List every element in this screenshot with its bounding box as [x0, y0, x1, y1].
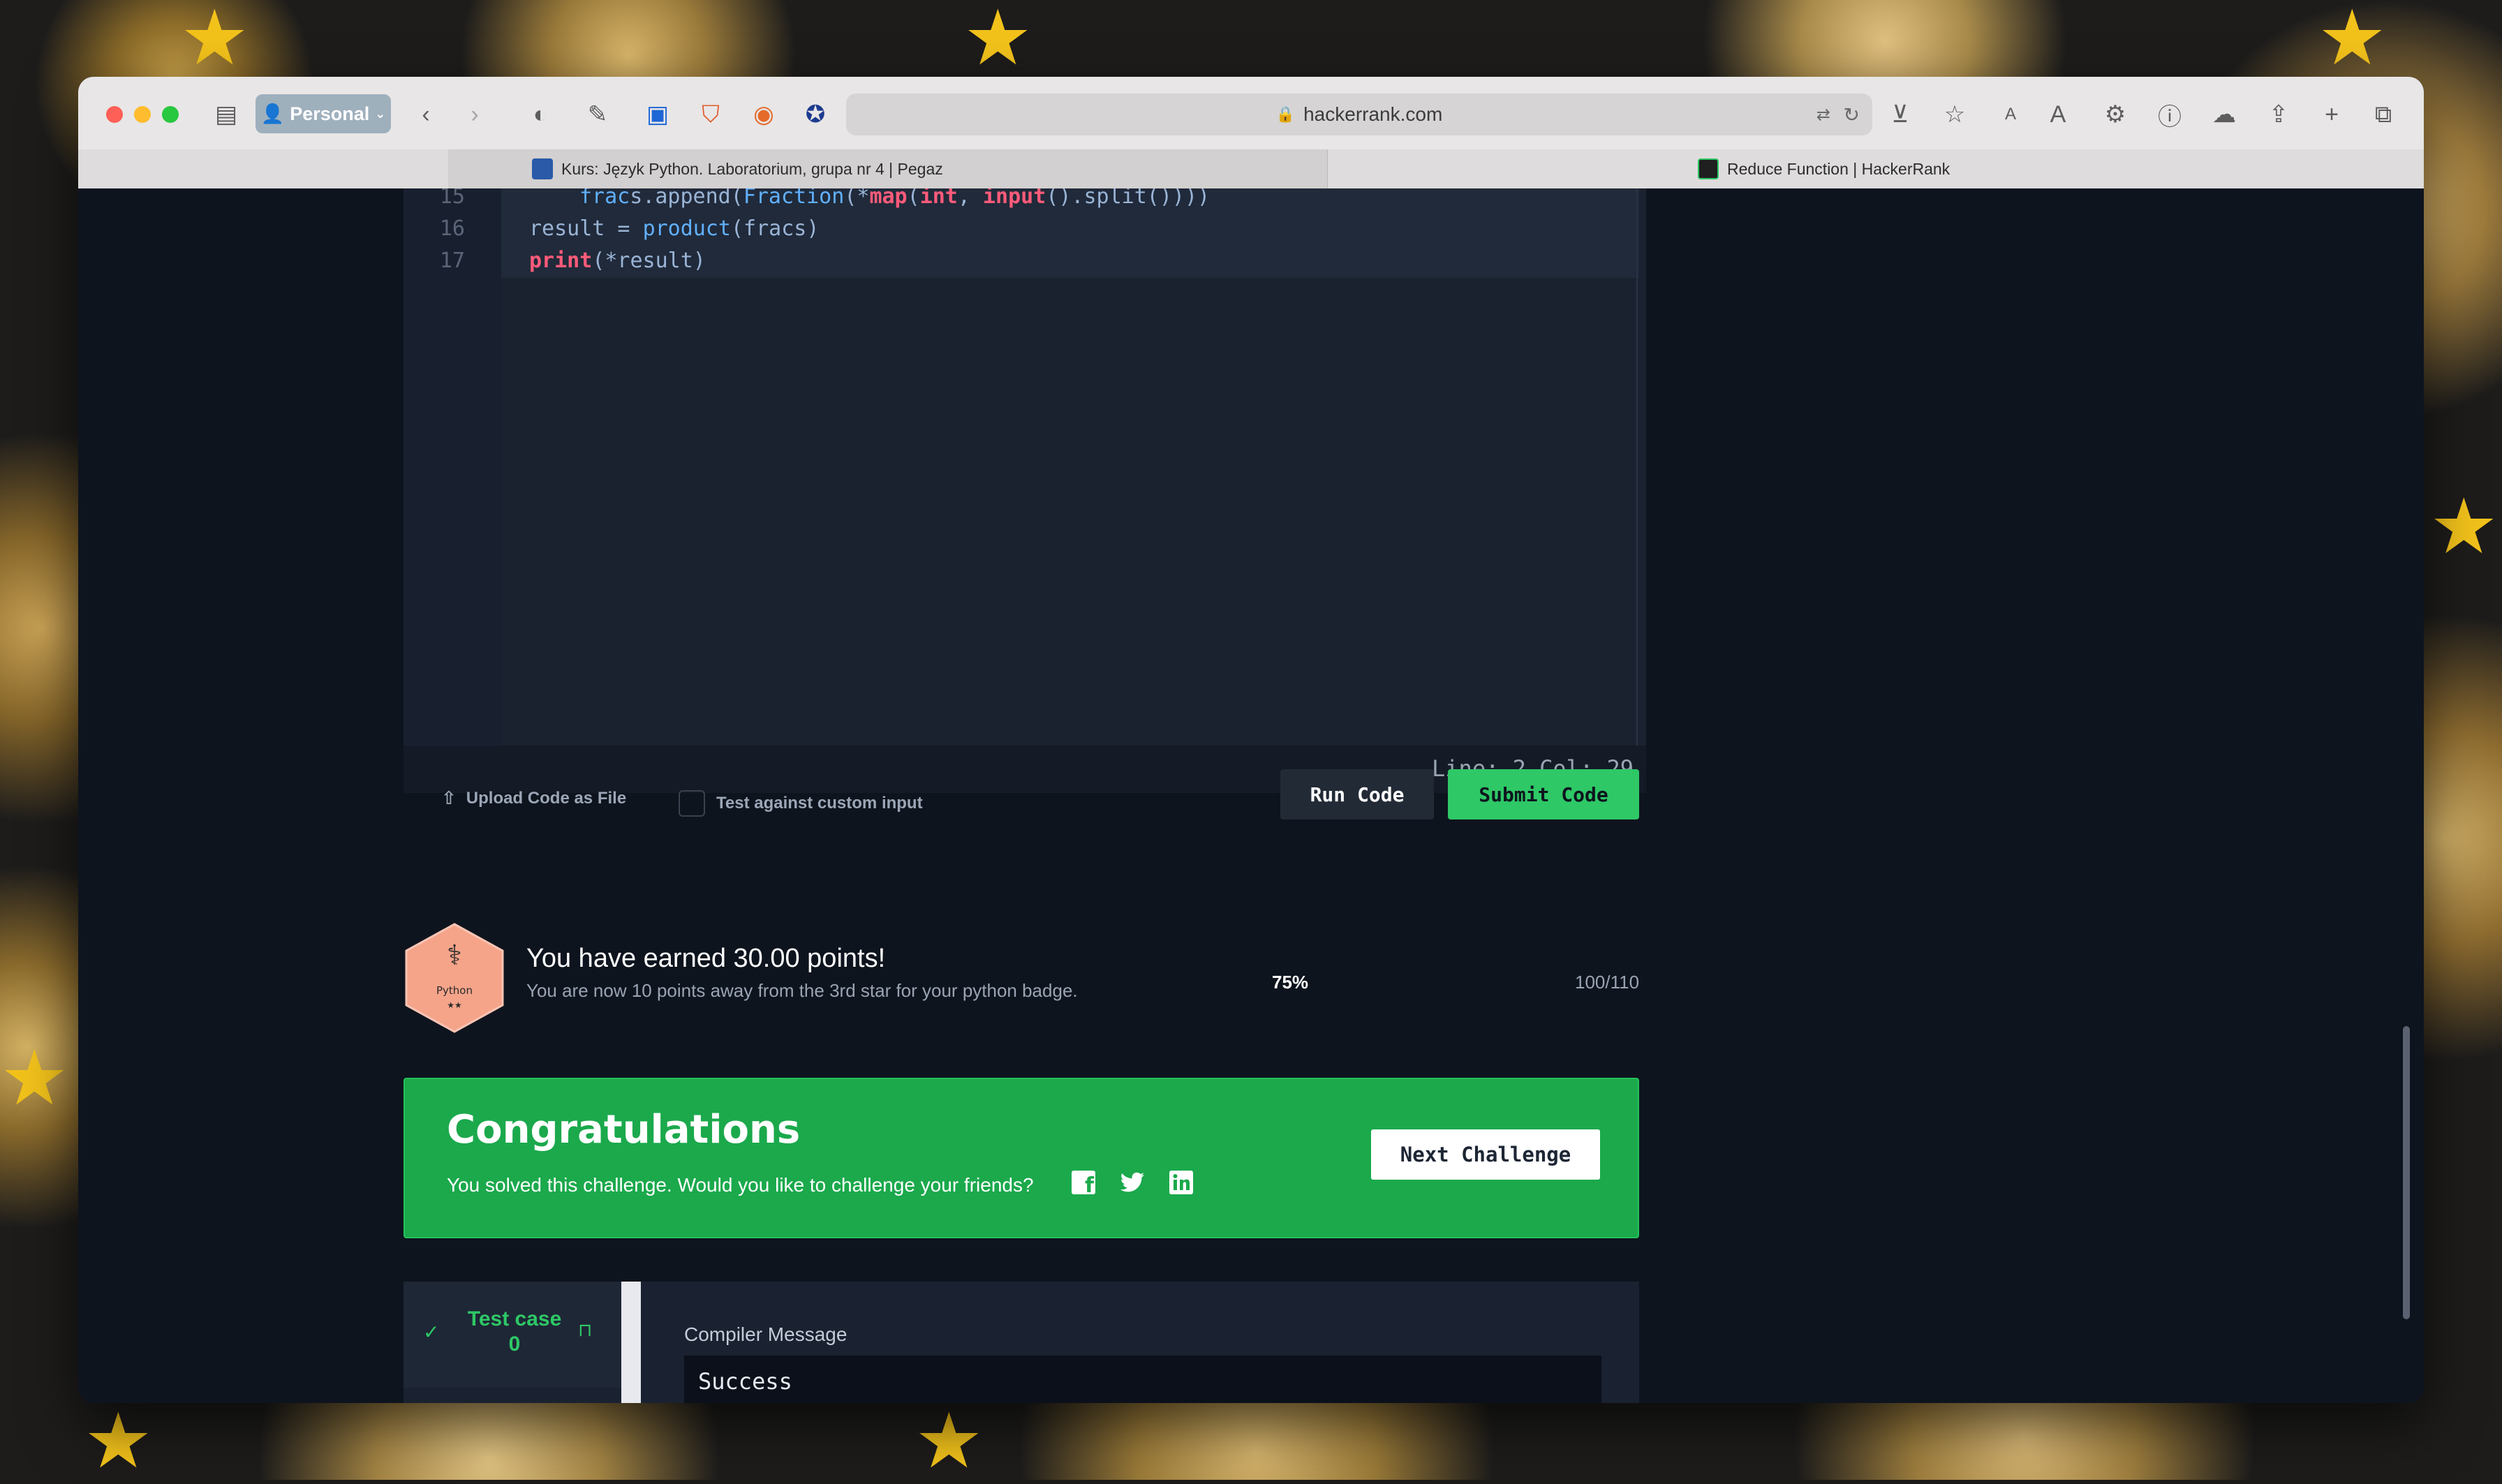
zoom-window-button[interactable]: [162, 106, 179, 123]
code-line: print(*result): [529, 248, 706, 273]
tab-title: Kurs: Język Python. Laboratorium, grupa …: [561, 159, 943, 178]
compiler-message-text: Success: [698, 1368, 792, 1395]
tab-pegaz[interactable]: Kurs: Język Python. Laboratorium, grupa …: [448, 149, 1328, 188]
submit-code-button[interactable]: Submit Code: [1448, 769, 1639, 819]
tab-overview-icon[interactable]: ⧉: [2368, 99, 2399, 130]
compiler-message-box: Success: [684, 1356, 1601, 1403]
badge-score: 100/110: [1575, 972, 1640, 993]
lock-icon: 🔒: [1275, 105, 1296, 123]
eu-extension-icon[interactable]: ✪: [800, 99, 831, 130]
next-challenge-button[interactable]: Next Challenge: [1371, 1129, 1600, 1180]
browser-toolbar: ▤ 👤 Personal ⌄ ‹ › ◐ ✎ ▣ ⛉ ◉ ✪ 🔒 hackerr…: [78, 77, 2424, 150]
back-icon[interactable]: ‹: [410, 99, 441, 130]
tab-hackerrank[interactable]: Reduce Function | HackerRank: [1698, 149, 1950, 188]
test-case-item[interactable]: ✓ Test case 0 ⊓: [404, 1282, 621, 1388]
star-decoration: ★: [2318, 0, 2387, 81]
translate-icon[interactable]: ⇄: [1816, 105, 1830, 125]
svg-text:f: f: [1085, 1173, 1095, 1194]
star-decoration: ★: [84, 1398, 153, 1484]
upload-label: Upload Code as File: [466, 788, 627, 808]
line-number: 15: [439, 188, 465, 209]
badge-label: Python: [436, 984, 473, 997]
download-icon[interactable]: ⊻: [1885, 99, 1916, 130]
badge-stars: ★★: [447, 1000, 462, 1010]
compiler-message-label: Compiler Message: [684, 1323, 847, 1345]
points-away-text: You are now 10 points away from the 3rd …: [526, 980, 1078, 1001]
test-case-list: ✓ Test case 0 ⊓: [404, 1282, 621, 1403]
bitwarden-extension-icon[interactable]: ▣: [642, 99, 673, 130]
star-decoration: ★: [963, 0, 1032, 81]
code-editor[interactable]: 15 16 17 fracs.append(Fraction(*map(int,…: [404, 188, 1646, 745]
pegaz-favicon-icon: [532, 158, 553, 179]
test-case-label: Test case 0: [462, 1307, 567, 1357]
browser-window: ▤ 👤 Personal ⌄ ‹ › ◐ ✎ ▣ ⛉ ◉ ✪ 🔒 hackerr…: [78, 77, 2424, 1403]
twitter-icon[interactable]: [1118, 1168, 1146, 1196]
new-tab-plus-icon[interactable]: +: [2316, 99, 2347, 130]
linkedin-icon[interactable]: [1167, 1168, 1195, 1196]
custom-input-label: Test against custom input: [716, 794, 923, 813]
timer-extension-icon[interactable]: ◉: [748, 99, 779, 130]
hackerrank-favicon-icon: [1698, 158, 1719, 179]
text-larger-icon[interactable]: A: [2043, 99, 2073, 130]
facebook-icon[interactable]: f: [1069, 1168, 1097, 1196]
run-code-button[interactable]: Run Code: [1280, 769, 1434, 819]
text-smaller-icon[interactable]: A: [1995, 99, 2026, 130]
ruler-extension-icon[interactable]: ✎: [582, 99, 613, 130]
code-line: result = product(fracs): [529, 216, 820, 241]
minimize-window-button[interactable]: [134, 106, 151, 123]
editor-print-margin: [1636, 188, 1638, 745]
share-icon[interactable]: ⇪: [2263, 99, 2294, 130]
shield-extension-icon[interactable]: ◐: [525, 99, 556, 130]
star-decoration: ★: [0, 1035, 69, 1121]
person-icon: 👤: [260, 103, 285, 124]
address-bar[interactable]: 🔒 hackerrank.com ⇄ ↻: [846, 94, 1872, 135]
progress-percent: 75%: [1272, 972, 1309, 993]
star-decoration: ★: [2429, 484, 2499, 570]
line-number: 16: [439, 216, 465, 241]
upload-code-button[interactable]: ⇧ Upload Code as File: [441, 787, 626, 809]
congratulations-subtitle: You solved this challenge. Would you lik…: [447, 1174, 1034, 1196]
settings-gear-icon[interactable]: ⚙: [2100, 99, 2131, 130]
congratulations-title: Congratulations: [447, 1107, 801, 1152]
forward-icon[interactable]: ›: [459, 99, 490, 130]
test-case-title: Test case: [467, 1307, 562, 1330]
custom-input-checkbox[interactable]: [679, 790, 705, 817]
custom-input-toggle[interactable]: Test against custom input: [679, 790, 923, 817]
reload-icon[interactable]: ↻: [1844, 103, 1860, 126]
bookmark-star-icon[interactable]: ☆: [1939, 99, 1970, 130]
close-window-button[interactable]: [106, 106, 123, 123]
panel-divider: [621, 1282, 641, 1403]
svg-text:⚕: ⚕: [447, 940, 462, 972]
upload-icon: ⇧: [441, 787, 457, 808]
ublock-extension-icon[interactable]: ⛉: [695, 99, 726, 130]
star-decoration: ★: [915, 1398, 984, 1484]
code-line: fracs.append(Fraction(*map(int, input().…: [579, 188, 1211, 209]
profile-label: Personal: [290, 103, 370, 124]
tab-bar: Kurs: Język Python. Laboratorium, grupa …: [78, 149, 2424, 189]
page-content: 15 16 17 fracs.append(Fraction(*map(int,…: [78, 188, 2424, 1403]
points-earned-text: You have earned 30.00 points!: [526, 944, 886, 973]
sidebar-icon[interactable]: ▤: [211, 99, 242, 130]
check-circle-icon: ✓: [423, 1321, 440, 1343]
profile-button[interactable]: 👤 Personal ⌄: [256, 94, 391, 133]
cloud-icon[interactable]: ☁: [2209, 99, 2240, 130]
test-case-number: 0: [508, 1333, 521, 1356]
chevron-down-icon: ⌄: [375, 106, 386, 121]
tab-title: Reduce Function | HackerRank: [1727, 159, 1950, 178]
page-scrollbar[interactable]: [2403, 1026, 2410, 1319]
python-badge: ⚕ Python ★★: [405, 923, 504, 1033]
lock-open-icon: ⊓: [578, 1319, 593, 1340]
star-decoration: ★: [180, 0, 249, 81]
info-icon[interactable]: ⓘ: [2154, 99, 2185, 131]
line-number: 17: [439, 248, 465, 273]
address-text: hackerrank.com: [1303, 103, 1443, 125]
